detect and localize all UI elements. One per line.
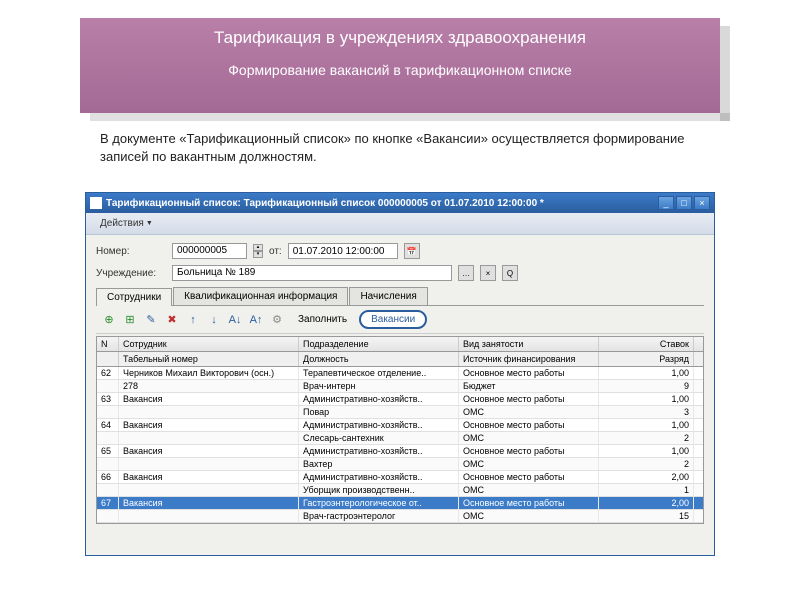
slide-description: В документе «Тарификационный список» по … [100, 130, 700, 166]
spin-down[interactable]: ▾ [253, 251, 263, 258]
chevron-down-icon: ▼ [146, 220, 153, 227]
col-employee[interactable]: Сотрудник [119, 337, 299, 351]
decoration [90, 113, 730, 121]
menubar: Действия ▼ [86, 213, 714, 235]
col-rate[interactable]: Ставок [599, 337, 694, 351]
actions-label: Действия [100, 218, 144, 229]
table-row[interactable]: 62Черников Михаил Викторович (осн.)Терап… [97, 367, 703, 380]
actions-menu[interactable]: Действия ▼ [92, 216, 161, 231]
move-up-icon[interactable]: ↑ [184, 311, 202, 329]
institution-field[interactable]: Больница № 189 [172, 265, 452, 281]
col-grade[interactable]: Разряд [599, 352, 694, 366]
insert-icon[interactable]: ⊞ [121, 311, 139, 329]
tab-qualification[interactable]: Квалификационная информация [173, 287, 348, 305]
tab-accruals[interactable]: Начисления [349, 287, 427, 305]
minimize-button[interactable]: _ [658, 196, 674, 210]
app-window: Тарификационный список: Тарификационный … [85, 192, 715, 556]
window-title: Тарификационный список: Тарификационный … [106, 198, 658, 209]
grid-body: 62Черников Михаил Викторович (осн.)Терап… [97, 367, 703, 523]
window-titlebar[interactable]: Тарификационный список: Тарификационный … [86, 193, 714, 213]
move-down-icon[interactable]: ↓ [205, 311, 223, 329]
fill-button[interactable]: Заполнить [289, 311, 356, 328]
table-row-sub[interactable]: Слесарь-сантехникОМС2 [97, 432, 703, 445]
number-label: Номер: [96, 246, 166, 257]
col-position[interactable]: Должность [299, 352, 459, 366]
table-row[interactable]: 65ВакансияАдминистративно-хозяйств..Осно… [97, 445, 703, 458]
table-row-sub[interactable]: ВахтерОМС2 [97, 458, 703, 471]
slide-banner: Тарификация в учреждениях здравоохранени… [80, 18, 720, 113]
sort-desc-icon[interactable]: A↑ [247, 311, 265, 329]
table-row[interactable]: 64ВакансияАдминистративно-хозяйств..Осно… [97, 419, 703, 432]
delete-icon[interactable]: ✖ [163, 311, 181, 329]
tabs: Сотрудники Квалификационная информация Н… [96, 287, 704, 306]
date-field[interactable]: 01.07.2010 12:00:00 [288, 243, 398, 259]
banner-subtitle: Формирование вакансий в тарификационном … [100, 62, 700, 78]
calendar-button[interactable]: 📅 [404, 243, 420, 259]
grid-toolbar: ⊕ ⊞ ✎ ✖ ↑ ↓ A↓ A↑ ⚙ Заполнить Вакансии [96, 306, 704, 334]
table-row[interactable]: 67ВакансияГастроэнтерологическое от..Осн… [97, 497, 703, 510]
col-department[interactable]: Подразделение [299, 337, 459, 351]
employee-grid: N Сотрудник Подразделение Вид занятости … [96, 336, 704, 524]
clear-button[interactable]: × [480, 265, 496, 281]
banner-title: Тарификация в учреждениях здравоохранени… [100, 28, 700, 48]
col-employment[interactable]: Вид занятости [459, 337, 599, 351]
table-row-sub[interactable]: ПоварОМС3 [97, 406, 703, 419]
col-tabnum[interactable]: Табельный номер [119, 352, 299, 366]
table-row-sub[interactable]: Врач-гастроэнтерологОМС15 [97, 510, 703, 523]
app-icon [90, 197, 102, 209]
sort-asc-icon[interactable]: A↓ [226, 311, 244, 329]
table-row-sub[interactable]: 278Врач-интернБюджет9 [97, 380, 703, 393]
add-icon[interactable]: ⊕ [100, 311, 118, 329]
vacancies-button[interactable]: Вакансии [359, 310, 427, 329]
config-icon[interactable]: ⚙ [268, 311, 286, 329]
col-source[interactable]: Источник финансирования [459, 352, 599, 366]
number-field[interactable]: 000000005 [172, 243, 247, 259]
tab-employees[interactable]: Сотрудники [96, 288, 172, 306]
open-button[interactable]: Q [502, 265, 518, 281]
col-n[interactable]: N [97, 337, 119, 351]
select-button[interactable]: … [458, 265, 474, 281]
maximize-button[interactable]: □ [676, 196, 692, 210]
spin-up[interactable]: ▴ [253, 244, 263, 251]
table-row[interactable]: 66ВакансияАдминистративно-хозяйств..Осно… [97, 471, 703, 484]
institution-label: Учреждение: [96, 268, 166, 279]
form-area: Номер: 000000005 ▴ ▾ от: 01.07.2010 12:0… [86, 235, 714, 532]
col-sub [97, 352, 119, 366]
table-row[interactable]: 63ВакансияАдминистративно-хозяйств..Осно… [97, 393, 703, 406]
date-label: от: [269, 246, 282, 257]
close-button[interactable]: × [694, 196, 710, 210]
edit-icon[interactable]: ✎ [142, 311, 160, 329]
decoration [720, 26, 730, 121]
table-row-sub[interactable]: Уборщик производственн..ОМС1 [97, 484, 703, 497]
